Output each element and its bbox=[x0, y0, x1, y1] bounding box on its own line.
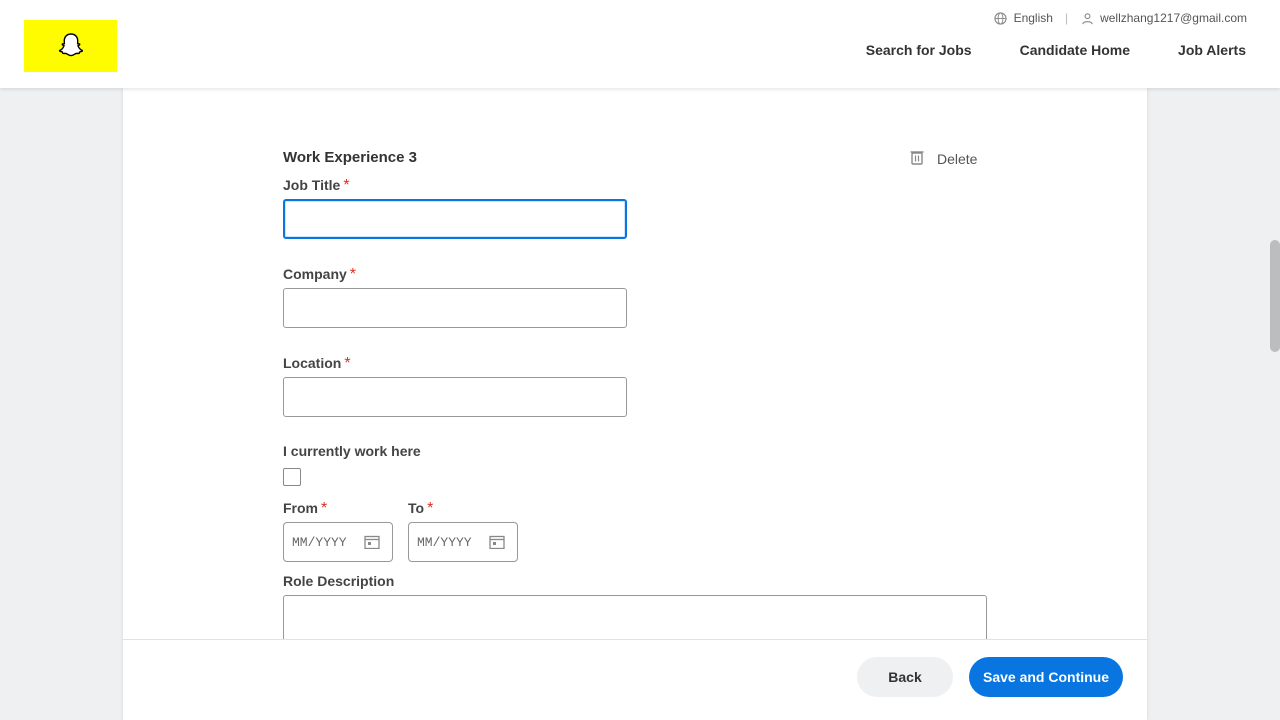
nav-job-alerts[interactable]: Job Alerts bbox=[1172, 40, 1252, 60]
utility-bar: English | wellzhang1217@gmail.com bbox=[994, 9, 1247, 27]
job-title-input[interactable] bbox=[283, 199, 627, 239]
from-date-input[interactable]: MM/YYYY bbox=[283, 522, 393, 562]
required-asterisk: * bbox=[343, 177, 350, 194]
currently-work-label: I currently work here bbox=[283, 443, 421, 459]
scrollbar-thumb[interactable] bbox=[1270, 240, 1280, 352]
company-label: Company * bbox=[283, 266, 356, 284]
job-title-label: Job Title * bbox=[283, 177, 350, 195]
location-label-text: Location bbox=[283, 355, 342, 371]
page-header: English | wellzhang1217@gmail.com Search… bbox=[0, 0, 1280, 88]
back-button[interactable]: Back bbox=[857, 657, 953, 697]
user-icon[interactable] bbox=[1080, 11, 1094, 25]
section-title: Work Experience 3 bbox=[283, 149, 417, 166]
main-nav: Search for Jobs Candidate Home Job Alert… bbox=[860, 40, 1252, 60]
company-input[interactable] bbox=[283, 288, 627, 328]
from-label: From * bbox=[283, 500, 327, 518]
to-date-placeholder[interactable]: MM/YYYY bbox=[417, 535, 472, 550]
ghost-icon bbox=[58, 33, 83, 57]
calendar-icon[interactable] bbox=[364, 535, 380, 550]
trash-icon[interactable] bbox=[909, 149, 925, 168]
job-title-label-text: Job Title bbox=[283, 177, 341, 193]
company-label-text: Company bbox=[283, 266, 347, 282]
divider: | bbox=[1064, 11, 1069, 25]
nav-search-jobs[interactable]: Search for Jobs bbox=[860, 40, 978, 60]
required-asterisk: * bbox=[427, 500, 434, 517]
required-asterisk: * bbox=[321, 500, 328, 517]
to-date-input[interactable]: MM/YYYY bbox=[408, 522, 518, 562]
delete-button[interactable]: Delete bbox=[909, 149, 977, 168]
required-asterisk: * bbox=[349, 266, 357, 283]
delete-label: Delete bbox=[937, 150, 978, 167]
nav-candidate-home[interactable]: Candidate Home bbox=[1014, 40, 1136, 60]
location-input[interactable] bbox=[283, 377, 627, 417]
user-email[interactable]: wellzhang1217@gmail.com bbox=[1100, 11, 1247, 25]
to-label: To * bbox=[408, 500, 433, 518]
language-selector[interactable]: English bbox=[1014, 11, 1053, 25]
from-label-text: From bbox=[283, 500, 318, 516]
calendar-icon[interactable] bbox=[489, 535, 505, 550]
required-asterisk: * bbox=[344, 355, 351, 372]
globe-icon[interactable] bbox=[994, 11, 1008, 25]
currently-work-checkbox[interactable] bbox=[283, 468, 301, 486]
description-label: Role Description bbox=[283, 573, 395, 589]
from-date-placeholder[interactable]: MM/YYYY bbox=[292, 535, 347, 550]
to-label-text: To bbox=[408, 500, 425, 516]
snapchat-logo[interactable] bbox=[24, 20, 117, 72]
location-label: Location * bbox=[283, 355, 351, 373]
save-continue-button[interactable]: Save and Continue bbox=[969, 657, 1123, 697]
